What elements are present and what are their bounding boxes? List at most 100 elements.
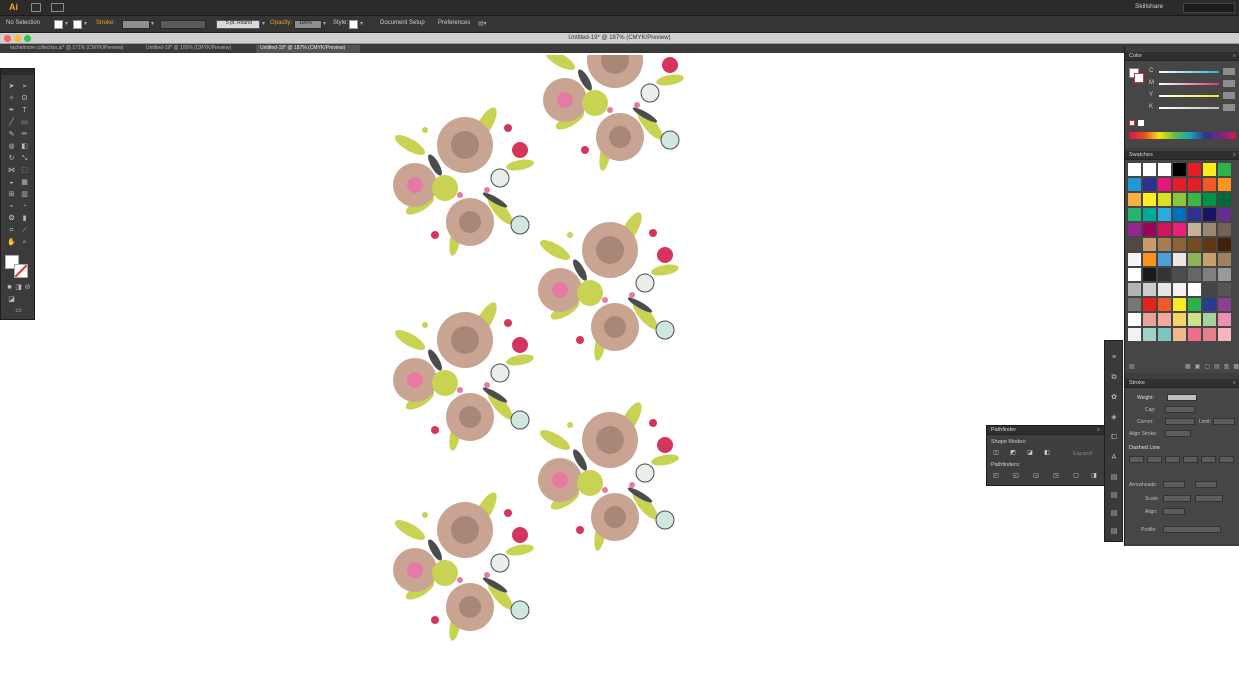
document-tab[interactable]: rachelmore collection.ai* @ 171% (CMYK/P… [6, 45, 138, 53]
gap-input[interactable] [1183, 456, 1198, 463]
document-setup-button[interactable]: Document Setup [380, 20, 425, 26]
swatch[interactable] [1218, 208, 1231, 221]
variable-width-profile[interactable] [160, 20, 206, 29]
panel-menu-icon[interactable]: ≡ [1233, 379, 1236, 388]
swatch[interactable] [1143, 253, 1156, 266]
opentype-panel-icon[interactable]: ▤ [1109, 491, 1119, 500]
swatch[interactable] [1128, 283, 1141, 296]
swatch[interactable] [1143, 223, 1156, 236]
swatch[interactable] [1173, 298, 1186, 311]
dash-input[interactable] [1201, 456, 1216, 463]
fill-swatch[interactable] [54, 20, 63, 29]
gradient-mode-icon[interactable]: ◨ [14, 284, 23, 292]
black-slider[interactable]: K [1149, 104, 1239, 112]
swatch[interactable] [1188, 223, 1201, 236]
minus-front-button[interactable]: ◩ [1009, 450, 1017, 457]
swatch[interactable] [1218, 298, 1231, 311]
character-panel-icon[interactable]: A [1109, 453, 1119, 462]
swatch[interactable] [1173, 178, 1186, 191]
swatch[interactable] [1203, 268, 1216, 281]
cap-buttons[interactable] [1165, 406, 1195, 413]
swatch[interactable] [1158, 238, 1171, 251]
eyedropper-tool-icon[interactable]: ⌁ [7, 203, 16, 211]
pencil-tool-icon[interactable]: ✏ [20, 131, 29, 139]
swatch[interactable] [1128, 253, 1141, 266]
color-mode-icon[interactable]: ■ [5, 284, 14, 292]
paragraph-panel-icon[interactable]: ▤ [1109, 473, 1119, 482]
swatch[interactable] [1203, 193, 1216, 206]
yellow-slider[interactable]: Y [1149, 92, 1239, 100]
dash-input[interactable] [1129, 456, 1144, 463]
swatch[interactable] [1143, 298, 1156, 311]
zoom-tool-icon[interactable]: ⌕ [20, 239, 29, 247]
swatch[interactable] [1218, 238, 1231, 251]
black-bar[interactable] [1159, 107, 1219, 109]
appearance-panel-icon[interactable]: ▤ [1109, 527, 1119, 536]
corner-buttons[interactable] [1165, 418, 1195, 425]
color-stroke-box[interactable] [1134, 73, 1144, 83]
swatch[interactable] [1143, 268, 1156, 281]
swatch[interactable] [1128, 208, 1141, 221]
swatch[interactable] [1128, 298, 1141, 311]
chevron-down-icon[interactable]: ▾ [323, 20, 326, 27]
swatch[interactable] [1218, 178, 1231, 191]
swatch[interactable] [1218, 283, 1231, 296]
swatch[interactable] [1188, 178, 1201, 191]
line-tool-icon[interactable]: ╱ [7, 119, 16, 127]
trim-button[interactable]: ◱ [1012, 473, 1020, 480]
swatch[interactable] [1188, 193, 1201, 206]
symbol-sprayer-tool-icon[interactable]: ❂ [7, 215, 16, 223]
scale-end-input[interactable] [1195, 495, 1223, 502]
panel-menu-icon[interactable]: ≡ [1233, 52, 1236, 61]
align-stroke-buttons[interactable] [1165, 430, 1191, 437]
swatch[interactable] [1158, 268, 1171, 281]
perspective-grid-tool-icon[interactable]: ▦ [20, 179, 29, 187]
swatch[interactable] [1128, 163, 1141, 176]
stroke-weight-input[interactable] [1167, 394, 1197, 401]
swatch[interactable] [1158, 193, 1171, 206]
graphic-styles-panel-icon[interactable]: ▤ [1109, 509, 1119, 518]
lasso-tool-icon[interactable]: ʘ [20, 95, 29, 103]
exclude-button[interactable]: ◧ [1043, 450, 1051, 457]
shape-builder-tool-icon[interactable]: ◒ [7, 179, 16, 187]
gradient-tool-icon[interactable]: ▥ [20, 191, 29, 199]
align-arrow-buttons[interactable] [1163, 508, 1185, 515]
magenta-slider[interactable]: M [1149, 80, 1239, 88]
blob-brush-tool-icon[interactable]: ◍ [7, 143, 16, 151]
swatch-actions-icon[interactable]: ▦▣▢▤▥▩ [1185, 363, 1239, 370]
swatch[interactable] [1158, 253, 1171, 266]
swatch[interactable] [1203, 253, 1216, 266]
merge-button[interactable]: ◲ [1032, 473, 1040, 480]
swatch[interactable] [1158, 223, 1171, 236]
swatch[interactable] [1143, 193, 1156, 206]
workspace-switcher[interactable]: Skillshare [1135, 3, 1163, 10]
swatch[interactable] [1203, 298, 1216, 311]
scale-start-input[interactable] [1163, 495, 1191, 502]
tools-panel-header[interactable] [1, 69, 34, 75]
swatch[interactable] [1143, 163, 1156, 176]
stroke-weight-field[interactable] [122, 20, 150, 29]
outline-button[interactable]: ▢ [1072, 473, 1080, 480]
swatch[interactable] [1128, 313, 1141, 326]
align-panel-icon[interactable]: ≡ [1109, 353, 1119, 362]
layers-panel-icon[interactable]: ◈ [1109, 413, 1119, 422]
paintbrush-tool-icon[interactable]: ✎ [7, 131, 16, 139]
swatch-libraries-icon[interactable]: ▤ [1129, 363, 1135, 370]
arrange-documents-icon[interactable] [51, 3, 64, 12]
stroke-color-box[interactable] [14, 264, 28, 278]
floral-pattern-artwork[interactable] [355, 55, 705, 665]
swatch[interactable] [1143, 328, 1156, 341]
swatch[interactable] [1143, 178, 1156, 191]
swatch[interactable] [1173, 253, 1186, 266]
rectangle-tool-icon[interactable]: ▭ [20, 119, 29, 127]
gap-input[interactable] [1147, 456, 1162, 463]
gap-input[interactable] [1219, 456, 1234, 463]
swatch[interactable] [1188, 253, 1201, 266]
yellow-bar[interactable] [1159, 95, 1219, 97]
swatch[interactable] [1188, 283, 1201, 296]
swatch[interactable] [1203, 283, 1216, 296]
panel-menu-icon[interactable]: ≡ [1233, 151, 1236, 160]
swatch[interactable] [1143, 313, 1156, 326]
swatch[interactable] [1173, 283, 1186, 296]
document-tab-active[interactable]: Untitled-19* @ 187% (CMYK/Preview) [256, 45, 360, 53]
